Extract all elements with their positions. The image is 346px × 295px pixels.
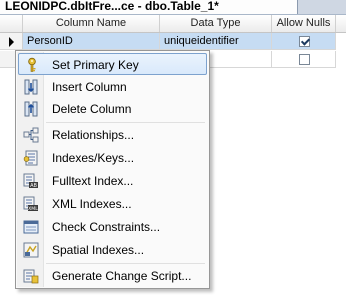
column-header-allow-nulls[interactable]: Allow Nulls (272, 15, 336, 32)
menu-item-label: Relationships... (52, 128, 135, 142)
column-header-name[interactable]: Column Name (23, 15, 160, 32)
indexes-keys-icon (23, 150, 39, 166)
check-constraints-icon (23, 219, 39, 235)
fulltext-index-icon: AB (23, 173, 39, 189)
menu-item-label: Set Primary Key (52, 58, 139, 72)
row-selector-header (0, 15, 23, 32)
allow-nulls-cell (272, 33, 336, 50)
menu-item-label: Spatial Indexes... (52, 243, 145, 257)
column-header-data-type[interactable]: Data Type (160, 15, 272, 32)
menu-item-fulltext-index[interactable]: AB Fulltext Index... (18, 170, 207, 192)
menu-item-spatial-indexes[interactable]: Spatial Indexes... (18, 239, 207, 261)
insert-column-icon (23, 79, 39, 95)
spatial-indexes-icon (23, 242, 39, 258)
menu-separator (46, 263, 205, 264)
svg-text:AB: AB (30, 183, 37, 189)
menu-item-label: Insert Column (52, 80, 127, 94)
column-name-cell[interactable]: PersonID (23, 33, 160, 50)
menu-item-set-primary-key[interactable]: Set Primary Key (18, 53, 207, 75)
relationships-icon (23, 127, 39, 143)
menu-item-xml-indexes[interactable]: XML XML Indexes... (18, 193, 207, 215)
menu-item-insert-column[interactable]: Insert Column (18, 76, 207, 98)
xml-indexes-icon: XML (23, 196, 39, 212)
generate-script-icon (23, 268, 39, 284)
menu-separator (46, 122, 205, 123)
svg-text:XML: XML (28, 206, 38, 212)
menu-item-delete-column[interactable]: Delete Column (18, 98, 207, 120)
table-row[interactable]: PersonID uniqueidentifier (0, 33, 346, 50)
row-selector[interactable] (0, 33, 23, 50)
data-type-cell[interactable]: uniqueidentifier (160, 33, 272, 50)
delete-column-icon (23, 101, 39, 117)
allow-nulls-cell (272, 51, 336, 68)
menu-item-label: Indexes/Keys... (52, 151, 135, 165)
menu-item-label: Check Constraints... (52, 220, 161, 234)
menu-item-indexes-keys[interactable]: Indexes/Keys... (18, 147, 207, 169)
menu-item-check-constraints[interactable]: Check Constraints... (18, 216, 207, 238)
key-icon (24, 57, 40, 73)
document-tab-strip: LEONIDPC.dbItFre...ce - dbo.Table_1* (0, 0, 346, 15)
document-tab[interactable]: LEONIDPC.dbItFre...ce - dbo.Table_1* (0, 0, 298, 14)
menu-item-generate-change-script[interactable]: Generate Change Script... (18, 265, 207, 287)
allow-nulls-checkbox[interactable] (299, 36, 310, 47)
current-row-arrow-icon (9, 37, 14, 47)
menu-item-label: Delete Column (52, 102, 132, 116)
menu-item-label: Generate Change Script... (52, 269, 192, 283)
context-menu: Set Primary Key Insert Column Delete Col… (15, 50, 210, 289)
table-designer-header: Column Name Data Type Allow Nulls (0, 15, 346, 33)
menu-item-label: XML Indexes... (52, 197, 132, 211)
menu-item-relationships[interactable]: Relationships... (18, 124, 207, 146)
allow-nulls-checkbox[interactable] (299, 54, 310, 65)
menu-item-label: Fulltext Index... (52, 174, 134, 188)
